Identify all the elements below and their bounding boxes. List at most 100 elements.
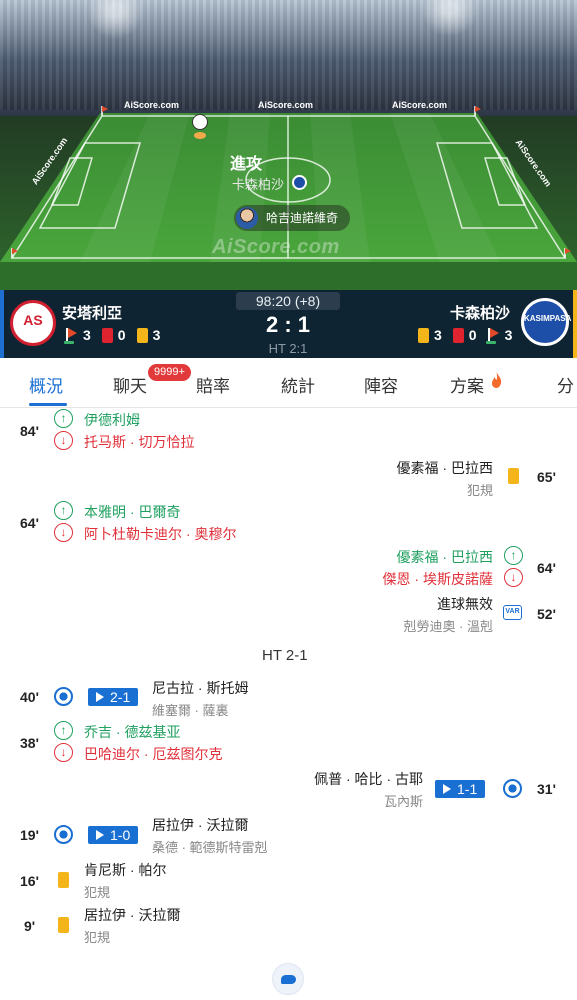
event-timeline: 84' ↑ 伊德利姆 ↓ 托马斯 · 切万恰拉 優素福 · 巴拉西 犯規 65'…: [0, 408, 577, 1000]
away-corners: 3: [504, 327, 513, 343]
yellow-card-icon: [58, 872, 69, 888]
sub-in-player[interactable]: 優素福 · 巴拉西: [397, 547, 493, 567]
sub-out-player[interactable]: 傑恩 · 埃斯皮諾薩: [383, 569, 493, 589]
tab-stats[interactable]: 統計: [281, 372, 315, 397]
event-minute: 65': [537, 469, 556, 485]
away-red: 0: [468, 327, 477, 343]
goal-scorer[interactable]: 尼古拉 · 斯托姆: [152, 678, 248, 698]
goal-ball-icon: [503, 779, 522, 798]
event-minute: 31': [537, 781, 556, 797]
away-accent: [573, 290, 577, 358]
card-player[interactable]: 肯尼斯 · 帕尔: [84, 860, 166, 880]
goal-assist[interactable]: 瓦內斯: [384, 791, 423, 810]
card-player[interactable]: 居拉伊 · 沃拉爾: [84, 905, 180, 925]
active-tab-indicator: [29, 403, 67, 406]
goal-ball-icon: [54, 825, 73, 844]
event-minute: 64': [20, 515, 39, 531]
ball-icon: [192, 114, 208, 130]
event-minute: 9': [24, 918, 36, 934]
goal-video-button[interactable]: 2-1: [88, 688, 139, 706]
player-name: 哈吉迪諾維奇: [266, 211, 339, 225]
event-minute: 84': [20, 423, 39, 439]
goal-ball-icon: [54, 687, 73, 706]
goal-scorer[interactable]: 佩普 · 哈比 · 古耶: [314, 769, 423, 789]
sub-in-player[interactable]: 乔吉 · 德兹基亚: [84, 722, 180, 742]
goal-video-button[interactable]: 1-1: [435, 780, 486, 798]
sub-out-player[interactable]: 巴哈迪尔 · 厄兹图尔克: [84, 744, 222, 764]
card-reason: 犯規: [466, 483, 493, 498]
tab-tips[interactable]: 方案: [450, 372, 484, 397]
sub-in-player[interactable]: 伊德利姆: [84, 410, 140, 430]
var-decision: 進球無效: [437, 596, 493, 612]
goal-scorer[interactable]: 居拉伊 · 沃拉爾: [152, 815, 248, 835]
goal-score: 1-1: [457, 781, 478, 797]
sub-out-icon: ↓: [54, 431, 73, 450]
yellow-card-icon: [58, 917, 69, 933]
home-team-logo[interactable]: AS: [10, 300, 56, 346]
ball-position-marker: [194, 132, 206, 139]
home-yellow: 3: [152, 327, 161, 343]
yellow-card-icon: [508, 468, 519, 484]
tab-overview[interactable]: 概況: [29, 372, 63, 397]
away-team-name[interactable]: 卡森柏沙: [450, 302, 510, 323]
corner-flag-icon: [485, 327, 500, 344]
match-clock: 98:20 (+8): [236, 292, 340, 310]
match-pitch: AiScore.com AiScore.com AiScore.com AiSc…: [0, 0, 577, 290]
sub-in-icon: ↑: [54, 501, 73, 520]
play-icon: [96, 830, 104, 840]
fire-icon: [491, 372, 502, 388]
home-stats: 3 0 3: [64, 327, 161, 344]
sub-out-icon: ↓: [54, 743, 73, 762]
red-card-icon: [452, 327, 464, 343]
sub-in-icon: ↑: [54, 721, 73, 740]
var-player[interactable]: 剋勞迪奧 · 溫剋: [403, 616, 493, 635]
card-reason: 犯規: [84, 885, 111, 900]
sub-out-player[interactable]: 托马斯 · 切万恰拉: [84, 432, 194, 452]
goal-score: 2-1: [110, 689, 131, 705]
away-yellow: 3: [434, 327, 442, 343]
ad-board-1: AiScore.com: [124, 100, 180, 110]
play-icon: [443, 784, 451, 794]
home-corners: 3: [83, 327, 91, 343]
tab-lineup[interactable]: 陣容: [364, 372, 398, 397]
goal-score: 1-0: [110, 827, 131, 843]
live-event-title: 進攻: [230, 156, 263, 173]
goal-video-button[interactable]: 1-0: [88, 826, 139, 844]
scoreboard: AS 安塔利亞 3 0 3 98:20 (+8) 2 : 1 HT 2:1 卡森…: [0, 290, 577, 358]
live-event-team: 卡森柏沙: [232, 177, 285, 192]
tab-bar: 概況 聊天 9999+ 賠率 統計 陣容 方案 分: [0, 358, 577, 408]
team-logo-icon: [292, 175, 307, 190]
card-player[interactable]: 優素福 · 巴拉西: [397, 458, 493, 478]
sub-out-icon: ↓: [504, 568, 523, 587]
away-stats: 3 0 3: [418, 327, 513, 344]
sub-in-player[interactable]: 本雅明 · 巴爾奇: [84, 502, 180, 522]
event-minute: 38': [20, 735, 39, 751]
home-red: 0: [117, 327, 126, 343]
whistle-icon: [272, 963, 304, 995]
sub-in-icon: ↑: [504, 546, 523, 565]
card-reason: 犯規: [84, 930, 111, 945]
ad-board-3: AiScore.com: [392, 100, 448, 110]
home-accent: [0, 290, 4, 358]
play-icon: [96, 692, 104, 702]
sub-in-icon: ↑: [54, 409, 73, 428]
yellow-card-icon: [136, 327, 148, 343]
half-time-score: HT 2:1: [268, 341, 308, 356]
live-event-player: 哈吉迪諾維奇: [234, 205, 351, 231]
event-minute: 52': [537, 606, 556, 622]
watermark: AiScore.com: [212, 236, 340, 258]
tab-more[interactable]: 分: [557, 372, 574, 397]
goal-assist[interactable]: 維塞爾 · 薩裏: [152, 700, 229, 719]
tab-odds[interactable]: 賠率: [196, 372, 230, 397]
tab-chat[interactable]: 聊天: [113, 372, 147, 397]
away-team-logo[interactable]: KASIMPASA: [521, 298, 571, 346]
event-minute: 16': [20, 873, 39, 889]
sub-out-icon: ↓: [54, 523, 73, 542]
home-logo-text: AS: [23, 312, 43, 328]
half-time-divider: HT 2-1: [262, 647, 308, 664]
var-icon: VAR: [503, 605, 522, 620]
sub-out-player[interactable]: 阿卜杜勒卡迪尔 · 奥穆尔: [84, 524, 236, 544]
red-card-icon: [101, 327, 113, 343]
goal-assist[interactable]: 桑德 · 範德斯特雷剋: [152, 837, 268, 856]
home-team-name[interactable]: 安塔利亞: [62, 302, 122, 323]
